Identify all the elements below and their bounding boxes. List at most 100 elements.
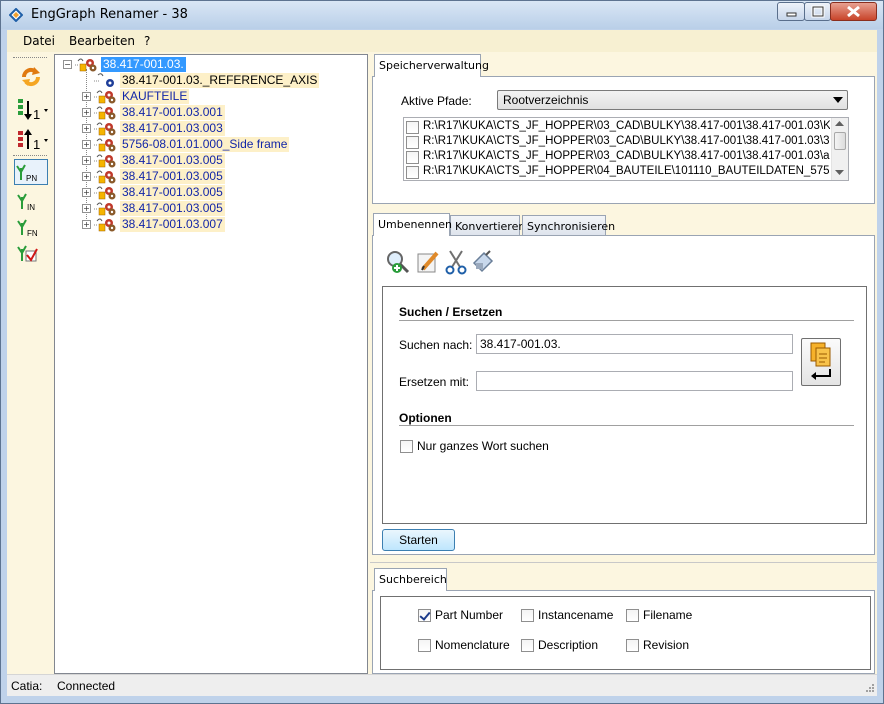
sort-down-button[interactable]: 1	[14, 97, 48, 123]
product-gear-icon	[75, 58, 97, 72]
edit-icon[interactable]	[415, 249, 441, 275]
sort-up-icon: 1	[18, 129, 48, 152]
resize-grip-icon[interactable]	[863, 683, 875, 695]
path-text: R:\R17\KUKA\CTS_JF_HOPPER\04_BAUTEILE\10…	[423, 165, 830, 177]
scope-checkbox[interactable]	[418, 639, 431, 652]
tree-node-label[interactable]: 38.417-001.03.	[101, 57, 186, 72]
tree-expander[interactable]: +	[82, 124, 91, 133]
tree-expander[interactable]: +	[82, 156, 91, 165]
product-tree[interactable]: − 38.417-001.03. 38.417-001.03._REFERENCE_…	[54, 54, 368, 674]
path-list-item[interactable]: R:\R17\KUKA\CTS_JF_HOPPER\03_CAD\BULKY\3…	[404, 120, 830, 135]
sort-down-label: 1	[33, 107, 40, 122]
title-bar[interactable]: EngGraph Renamer - 38	[1, 1, 883, 29]
tree-node-label[interactable]: 38.417-001.03.005	[120, 153, 225, 168]
scroll-down-icon[interactable]	[835, 170, 844, 176]
tree-in-icon: IN	[17, 193, 35, 212]
tree-expander[interactable]: +	[82, 92, 91, 101]
close-icon	[847, 5, 860, 18]
active-paths-select[interactable]: Rootverzeichnis	[497, 90, 848, 110]
scope-option-label: Part Number	[435, 608, 504, 622]
tree-expander[interactable]: +	[82, 172, 91, 181]
tree-node[interactable]: +38.417-001.03.005	[55, 169, 365, 185]
tree-node[interactable]: +38.417-001.03.005	[55, 153, 365, 169]
path-list-item[interactable]: R:\R17\KUKA\CTS_JF_HOPPER\04_BAUTEILE\10…	[404, 165, 830, 180]
product-gear-icon	[94, 170, 116, 184]
check-mode-button[interactable]	[14, 239, 48, 265]
tab-synchronisieren[interactable]: Synchronisieren	[522, 215, 615, 236]
search-input[interactable]: 38.417-001.03.	[476, 334, 793, 354]
scope-checkbox[interactable]	[626, 609, 639, 622]
scope-option-label: Revision	[643, 638, 690, 652]
minimize-button[interactable]	[777, 2, 805, 21]
tree-node-label[interactable]: 5756-08.01.01.000_Side frame	[120, 137, 290, 152]
paint-icon[interactable]	[470, 249, 496, 275]
cut-icon[interactable]	[444, 249, 468, 275]
tree-node[interactable]: +38.417-001.03.005	[55, 201, 365, 217]
tree-node-label[interactable]: 38.417-001.03.005	[120, 185, 225, 200]
paths-scrollbar[interactable]	[831, 118, 848, 180]
tree-node[interactable]: − 38.417-001.03.	[55, 57, 365, 73]
tab-suchbereich[interactable]: Suchbereich	[374, 568, 447, 591]
sort-up-label: 1	[33, 137, 40, 152]
menu-datei[interactable]: Datei	[23, 34, 55, 48]
tree-check-icon	[17, 245, 38, 262]
tree-expander[interactable]: +	[82, 204, 91, 213]
product-gear-icon	[94, 202, 116, 216]
scroll-thumb[interactable]	[834, 132, 846, 150]
path-checkbox[interactable]	[406, 151, 419, 164]
sort-up-button[interactable]: 1	[14, 127, 48, 153]
tree-expander[interactable]: +	[82, 220, 91, 229]
scope-option-label: Filename	[643, 608, 693, 622]
tree-node-label[interactable]: 38.417-001.03.005	[120, 201, 225, 216]
search-add-icon[interactable]	[385, 249, 411, 275]
left-toolbar: 1 1 PN IN FN	[9, 55, 51, 672]
close-button[interactable]	[830, 2, 877, 21]
tree-node[interactable]: +38.417-001.03.005	[55, 185, 365, 201]
path-checkbox[interactable]	[406, 121, 419, 134]
tree-node-label[interactable]: KAUFTEILE	[120, 89, 190, 104]
tree-expander[interactable]: +	[82, 140, 91, 149]
path-checkbox[interactable]	[406, 136, 419, 149]
tree-expander[interactable]: −	[63, 60, 72, 69]
maximize-button[interactable]	[804, 2, 831, 21]
tree-node[interactable]: 38.417-001.03._REFERENCE_AXIS	[55, 73, 365, 89]
replace-input[interactable]	[476, 371, 793, 391]
status-label: Catia:	[11, 679, 43, 693]
tab-konvertieren[interactable]: Konvertieren	[450, 215, 525, 236]
tree-node-label[interactable]: 38.417-001.03.003	[120, 121, 225, 136]
tree-node[interactable]: +38.417-001.03.007	[55, 217, 365, 233]
scope-checkbox[interactable]	[418, 609, 431, 622]
tree-node[interactable]: +38.417-001.03.001	[55, 105, 365, 121]
tree-node[interactable]: +5756-08.01.01.000_Side frame	[55, 137, 365, 153]
scope-checkbox[interactable]	[521, 609, 534, 622]
window-title: EngGraph Renamer - 38	[31, 7, 188, 22]
path-checkbox[interactable]	[406, 166, 419, 179]
tree-node[interactable]: +38.417-001.03.003	[55, 121, 365, 137]
refresh-button[interactable]	[14, 63, 48, 89]
tree-node-label[interactable]: 38.417-001.03._REFERENCE_AXIS	[120, 73, 320, 88]
menu-bearbeiten[interactable]: Bearbeiten	[69, 34, 135, 48]
menu-help[interactable]: ?	[144, 34, 150, 48]
instance-name-mode-button[interactable]: IN	[14, 187, 48, 213]
tree-expander[interactable]: +	[82, 108, 91, 117]
app-diamond-icon	[9, 8, 23, 22]
tree-node[interactable]: + KAUFTEILE	[55, 89, 365, 105]
paths-list[interactable]: R:\R17\KUKA\CTS_JF_HOPPER\03_CAD\BULKY\3…	[403, 117, 849, 181]
scope-checkbox[interactable]	[626, 639, 639, 652]
path-list-item[interactable]: R:\R17\KUKA\CTS_JF_HOPPER\03_CAD\BULKY\3…	[404, 150, 830, 165]
path-list-item[interactable]: R:\R17\KUKA\CTS_JF_HOPPER\03_CAD\BULKY\3…	[404, 135, 830, 150]
tree-node-label[interactable]: 38.417-001.03.005	[120, 169, 225, 184]
tab-speicherverwaltung[interactable]: Speicherverwaltung	[374, 54, 489, 77]
file-name-mode-button[interactable]: FN	[14, 213, 48, 239]
whole-word-checkbox[interactable]	[400, 440, 413, 453]
tree-node-label[interactable]: 38.417-001.03.001	[120, 105, 225, 120]
tree-node-label[interactable]: 38.417-001.03.007	[120, 217, 225, 232]
swap-button[interactable]	[801, 338, 841, 386]
part-number-mode-button[interactable]: PN	[14, 159, 48, 185]
tab-umbenennen[interactable]: Umbenennen	[373, 213, 452, 236]
scroll-up-icon[interactable]	[835, 121, 844, 127]
minimize-icon	[786, 12, 797, 17]
scope-checkbox[interactable]	[521, 639, 534, 652]
start-button[interactable]: Starten	[382, 529, 455, 551]
tree-expander[interactable]: +	[82, 188, 91, 197]
